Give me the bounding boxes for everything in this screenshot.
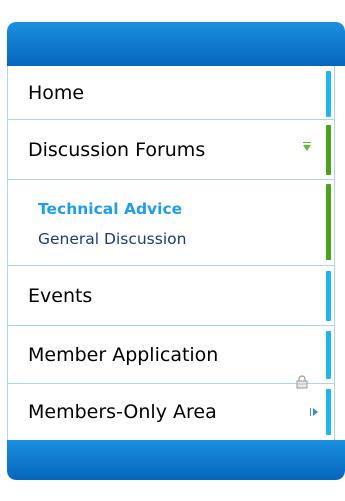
nav-item-label: Members-Only Area — [28, 401, 217, 423]
panel-header-bar — [7, 22, 345, 66]
nav-item-label: Home — [28, 81, 85, 104]
accent-bar — [326, 271, 331, 321]
accent-bar — [326, 389, 331, 435]
nav-item-label: Discussion Forums — [28, 138, 206, 161]
nav-item-label: Member Application — [28, 343, 219, 366]
nav-menu: Home Discussion Forums Technical Advice … — [7, 66, 335, 440]
accent-bar — [326, 184, 331, 260]
chevron-right-icon — [310, 408, 318, 416]
nav-item-home[interactable]: Home — [8, 66, 334, 120]
subnav-item-technical-advice[interactable]: Technical Advice — [38, 200, 182, 218]
nav-item-member-application[interactable]: Member Application — [8, 326, 334, 384]
accent-bar — [326, 125, 331, 175]
panel-footer-bar — [7, 440, 345, 480]
lock-icon — [296, 375, 308, 389]
accent-bar — [326, 331, 331, 379]
nav-item-events[interactable]: Events — [8, 266, 334, 326]
nav-item-label: Events — [28, 284, 93, 307]
submenu-discussion-forums: Technical Advice General Discussion — [8, 180, 334, 266]
nav-item-discussion-forums[interactable]: Discussion Forums — [8, 120, 334, 180]
navigation-panel: Home Discussion Forums Technical Advice … — [7, 22, 345, 480]
accent-bar — [326, 71, 331, 117]
nav-item-members-only-area[interactable]: Members-Only Area — [8, 375, 334, 440]
chevron-down-icon — [303, 141, 311, 151]
subnav-item-general-discussion[interactable]: General Discussion — [38, 230, 186, 248]
